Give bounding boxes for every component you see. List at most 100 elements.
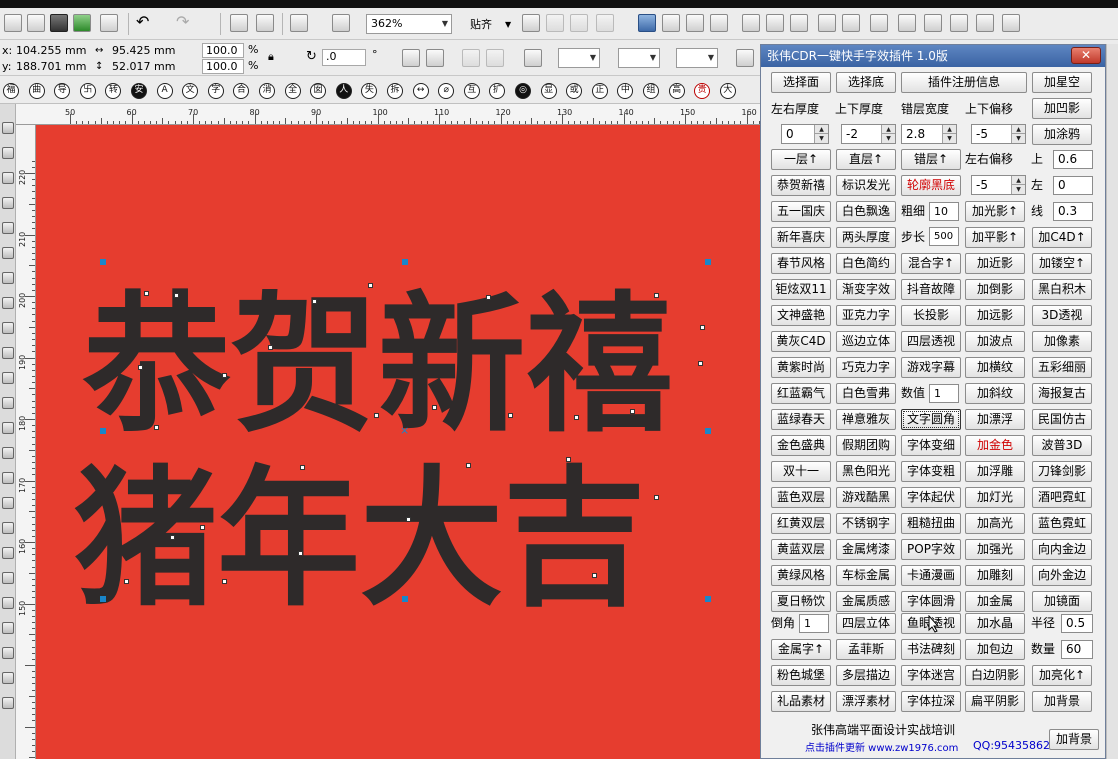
effect-button[interactable]: 长投影	[901, 305, 961, 326]
close-button[interactable]: ✕	[1071, 47, 1101, 64]
glyph-button[interactable]: 字	[207, 83, 224, 99]
effect-button[interactable]: 加镂空↑	[1032, 253, 1092, 274]
wrench-icon[interactable]	[596, 14, 614, 32]
node-handle[interactable]	[268, 345, 273, 350]
tool-icon[interactable]	[2, 472, 14, 484]
glyph-button[interactable]: 人	[335, 83, 352, 99]
lr-thickness-stepper[interactable]: 0 ▲ ▼	[781, 124, 829, 144]
effect-button[interactable]: 钜炫双11	[771, 279, 831, 300]
effect-button[interactable]: 巡边立体	[836, 331, 896, 352]
arrow-down-icon[interactable]: ▼	[1011, 134, 1025, 143]
open-icon[interactable]	[27, 14, 45, 32]
layer-width-stepper[interactable]: 2.8 ▲ ▼	[901, 124, 957, 144]
node-handle[interactable]	[698, 361, 703, 366]
rotation-field[interactable]: .0	[322, 49, 366, 66]
vertical-ruler[interactable]: 220 210 200 190 180 170 160 150	[16, 125, 36, 759]
top-field[interactable]: 0.6	[1053, 150, 1093, 169]
tool-icon[interactable]	[2, 272, 14, 284]
add-c4d-button[interactable]: 加C4D↑	[1032, 227, 1092, 248]
effect-button[interactable]: 游戏字幕	[901, 357, 961, 378]
tool-icon[interactable]	[2, 522, 14, 534]
effect-button[interactable]: 巧克力字	[836, 357, 896, 378]
effect-button[interactable]: 加像素	[1032, 331, 1092, 352]
add-background-button[interactable]: 加背景	[1049, 729, 1099, 750]
export-icon[interactable]	[256, 14, 274, 32]
effect-button[interactable]: 四层透视	[901, 331, 961, 352]
selection-handle[interactable]	[402, 596, 408, 602]
text-icon[interactable]	[924, 14, 942, 32]
effect-button[interactable]: 扁平阴影	[965, 691, 1025, 712]
calligraphy-button[interactable]: 书法碑刻	[901, 639, 961, 660]
selection-handle[interactable]	[705, 428, 711, 434]
effect-button[interactable]: 车标金属	[836, 565, 896, 586]
effect-button[interactable]: 白边阴影	[965, 665, 1025, 686]
add-light-shadow-button[interactable]: 加光影↑	[965, 201, 1025, 222]
effect-button[interactable]: 字体迷宫	[901, 665, 961, 686]
register-info-button[interactable]: 插件注册信息	[901, 72, 1027, 93]
glyph-button[interactable]: ◎	[515, 83, 531, 99]
effect-button[interactable]: 蓝色双层	[771, 487, 831, 508]
node-handle[interactable]	[144, 291, 149, 296]
effect-button[interactable]: 加背景	[1032, 691, 1092, 712]
node-handle[interactable]	[222, 579, 227, 584]
artwork-line-2[interactable]: 猪年大吉	[74, 453, 646, 627]
effect-button[interactable]: 黑白积木	[1032, 279, 1092, 300]
effect-button[interactable]: 卡通漫画	[901, 565, 961, 586]
node-handle[interactable]	[592, 573, 597, 578]
effect-button[interactable]: 酒吧霓虹	[1032, 487, 1092, 508]
chevron-down-icon[interactable]: ▼	[505, 18, 511, 32]
node-handle[interactable]	[486, 295, 491, 300]
arrow-up-icon[interactable]: ▲	[942, 125, 956, 134]
new-year-button[interactable]: 新年喜庆	[771, 227, 831, 248]
effect-button[interactable]: 黑色阳光	[836, 461, 896, 482]
line-icon[interactable]	[486, 49, 504, 67]
image-icon[interactable]	[976, 14, 994, 32]
selection-handle[interactable]	[705, 596, 711, 602]
effect-button[interactable]: 夏日畅饮	[771, 591, 831, 612]
node-handle[interactable]	[298, 551, 303, 556]
effect-button[interactable]: 混合字↑	[901, 253, 961, 274]
arrow-down-icon[interactable]: ▼	[881, 134, 895, 143]
effect-button[interactable]: 波普3D	[1032, 435, 1092, 456]
effect-button[interactable]: 向外金边	[1032, 565, 1092, 586]
effect-button[interactable]: 五彩细丽	[1032, 357, 1092, 378]
offset-layer-button[interactable]: 错层↑	[901, 149, 961, 170]
gear-icon[interactable]	[570, 14, 588, 32]
publish-icon[interactable]	[290, 14, 308, 32]
effect-button[interactable]: 字体变粗	[901, 461, 961, 482]
horizontal-ruler[interactable]: 50 60 70 80 90 100 110 120 130 140 150 160	[16, 104, 760, 125]
cup-icon[interactable]	[950, 14, 968, 32]
node-handle[interactable]	[170, 535, 175, 540]
glyph-button[interactable]: 显	[540, 83, 557, 99]
node-handle[interactable]	[432, 405, 437, 410]
arrow-up-icon[interactable]: ▲	[881, 125, 895, 134]
effect-button[interactable]: 黄紫时尚	[771, 357, 831, 378]
effect-button[interactable]: 金属质感	[836, 591, 896, 612]
snap-icon[interactable]	[522, 14, 540, 32]
more-icon[interactable]	[736, 49, 754, 67]
gongxi-button[interactable]: 恭贺新禧	[771, 175, 831, 196]
effect-button[interactable]: 漂浮素材	[836, 691, 896, 712]
count-field[interactable]: 60	[1061, 640, 1093, 659]
effect-button[interactable]: 海报复古	[1032, 383, 1092, 404]
effect-button[interactable]: 加漂浮	[965, 409, 1025, 430]
line-field[interactable]: 0.3	[1053, 202, 1093, 221]
four-layer-3d-button[interactable]: 四层立体	[836, 613, 896, 634]
width-value[interactable]: 95.425 mm	[112, 44, 175, 58]
tool-icon[interactable]	[2, 247, 14, 259]
bevel-field[interactable]: 1	[799, 614, 829, 633]
effect-button[interactable]: 红黄双层	[771, 513, 831, 534]
effect-button[interactable]: 渐变字效	[836, 279, 896, 300]
node-handle[interactable]	[654, 293, 659, 298]
ud-thickness-stepper[interactable]: -2 ▲ ▼	[841, 124, 896, 144]
tool-icon[interactable]	[2, 597, 14, 609]
add-border-button[interactable]: 加包边	[965, 639, 1025, 660]
scale-y-field[interactable]: 100.0	[202, 59, 244, 74]
link-icon[interactable]	[898, 14, 916, 32]
effect-button[interactable]: 文神盛艳	[771, 305, 831, 326]
lock-ratio-icon[interactable]: 🔒︎	[268, 50, 274, 64]
tool-icon[interactable]	[2, 547, 14, 559]
node-handle[interactable]	[174, 293, 179, 298]
national-day-button[interactable]: 五一国庆	[771, 201, 831, 222]
effect-button[interactable]: 粉色城堡	[771, 665, 831, 686]
